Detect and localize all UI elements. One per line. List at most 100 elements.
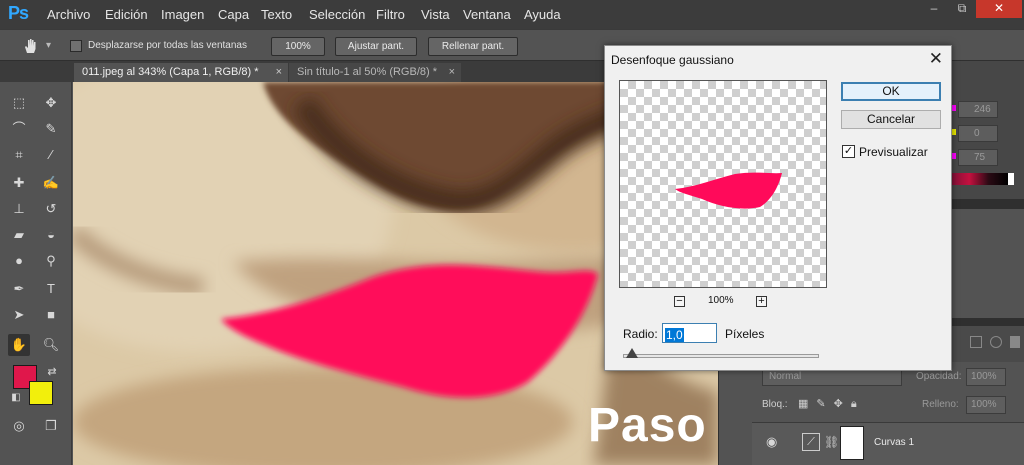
dodge-tool-icon[interactable]: ⚲	[40, 250, 62, 272]
ok-button[interactable]: OK	[841, 82, 941, 101]
color-panel: 246 0 75	[950, 61, 1024, 199]
menu-ventana[interactable]: Ventana	[463, 7, 511, 22]
close-button[interactable]: ✕	[976, 0, 1022, 18]
filter-toggle-icon[interactable]	[1010, 336, 1020, 348]
menu-filtro[interactable]: Filtro	[376, 7, 405, 22]
zoom-100-button[interactable]: 100%	[271, 37, 325, 56]
lock-icons[interactable]: ▦✎✥🔒︎	[798, 397, 865, 411]
color-value-2[interactable]: 0	[958, 125, 998, 142]
eraser-tool-icon[interactable]: ▰	[8, 224, 30, 246]
radius-unit: Píxeles	[725, 327, 765, 341]
tab-close-icon[interactable]: ×	[276, 63, 282, 82]
path-selection-tool-icon[interactable]: ➤	[8, 304, 30, 326]
tab-011-jpeg[interactable]: 011.jpeg al 343% (Capa 1, RGB/8) * ×	[74, 63, 288, 82]
scroll-all-windows-checkbox[interactable]	[70, 40, 82, 52]
gaussian-blur-dialog: Desenfoque gaussiano ✕ − 100% + OK Cance…	[604, 45, 952, 371]
menu-ayuda[interactable]: Ayuda	[524, 7, 561, 22]
paint-bucket-tool-icon[interactable]: ◒	[40, 224, 62, 246]
crop-tool-icon[interactable]: ⌗	[8, 144, 30, 166]
radius-value: 1,0	[665, 328, 684, 342]
quick-selection-tool-icon[interactable]: ✎	[40, 118, 62, 140]
adjustments-panel	[950, 209, 1024, 319]
swap-colors-icon[interactable]: ⇄	[41, 361, 63, 383]
radius-input[interactable]: 1,0	[662, 323, 717, 343]
lasso-tool-icon[interactable]: ⌒	[8, 118, 30, 140]
zoom-tool-icon[interactable]: 🔍︎	[40, 334, 62, 356]
photoshop-window: Ps Archivo Edición Imagen Capa Texto Sel…	[0, 0, 1024, 465]
menu-edicion[interactable]: Edición	[105, 7, 148, 22]
dialog-close-icon[interactable]: ✕	[929, 49, 943, 69]
filter-adjust-icon[interactable]	[990, 336, 1002, 348]
magenta-marker	[952, 105, 956, 111]
radius-slider-track[interactable]	[623, 354, 819, 358]
preview-lip-shape	[675, 172, 782, 209]
quick-mask-icon[interactable]: ◎	[8, 415, 30, 437]
menu-capa[interactable]: Capa	[218, 7, 249, 22]
hand-tool-icon[interactable]	[22, 37, 40, 55]
color-value-3[interactable]: 75	[958, 149, 998, 166]
filter-preview[interactable]	[619, 80, 827, 288]
opacity-field[interactable]: 100%	[966, 368, 1006, 386]
panel-separator	[950, 318, 1024, 326]
fill-label: Relleno:	[922, 399, 959, 410]
blur-tool-icon[interactable]: ●	[8, 250, 30, 272]
eyedropper-tool-icon[interactable]: ⁄	[40, 144, 62, 166]
type-tool-icon[interactable]: T	[40, 278, 62, 300]
color-value-1[interactable]: 246	[958, 101, 998, 118]
toolbox: ⬚ ✥ ⌒ ✎ ⌗ ⁄ ✚ ✍ ⊥ ↺ ▰ ◒ ● ⚲ ✒ T ➤ ■ ✋ 🔍︎…	[0, 82, 72, 465]
curves-adjustment-icon: ⟋	[802, 433, 820, 451]
color-ramp[interactable]	[950, 173, 1008, 185]
menu-bar: Ps Archivo Edición Imagen Capa Texto Sel…	[0, 0, 1024, 29]
link-icon: ⛓︎	[824, 435, 840, 449]
tab-sin-titulo[interactable]: Sin título-1 al 50% (RGB/8) * ×	[289, 63, 461, 82]
menu-texto[interactable]: Texto	[261, 7, 292, 22]
layer-row-curvas[interactable]: ◉ ⟋ ⛓︎ Curvas 1	[752, 422, 1024, 465]
yellow-marker	[952, 129, 956, 135]
panel-separator	[950, 199, 1024, 209]
preview-label: Previsualizar	[859, 145, 928, 159]
move-tool-icon[interactable]: ✥	[40, 92, 62, 114]
blend-mode-value: Normal	[769, 371, 802, 382]
menu-archivo[interactable]: Archivo	[47, 7, 90, 22]
menu-imagen[interactable]: Imagen	[161, 7, 204, 22]
magenta-marker	[952, 153, 956, 159]
scroll-all-windows-label: Desplazarse por todas las ventanas	[88, 40, 247, 51]
fit-screen-button[interactable]: Ajustar pant.	[335, 37, 417, 56]
radius-label: Radio:	[623, 327, 658, 341]
radius-slider-thumb[interactable]	[626, 348, 638, 358]
tab-close-icon[interactable]: ×	[449, 63, 455, 82]
lock-label: Bloq.:	[762, 399, 788, 410]
tab-label: 011.jpeg al 343% (Capa 1, RGB/8) *	[82, 66, 259, 78]
dialog-title: Desenfoque gaussiano	[611, 53, 734, 67]
brush-tool-icon[interactable]: ✍	[40, 172, 62, 194]
menu-seleccion[interactable]: Selección	[309, 7, 365, 22]
background-color-swatch[interactable]	[29, 381, 53, 405]
default-colors-icon[interactable]: ◧	[5, 387, 27, 409]
fill-field[interactable]: 100%	[966, 396, 1006, 414]
zoom-in-button[interactable]: +	[756, 296, 767, 307]
tab-label: Sin título-1 al 50% (RGB/8) *	[297, 66, 438, 78]
layer-name: Curvas 1	[874, 437, 915, 448]
rectangle-tool-icon[interactable]: ■	[40, 304, 62, 326]
pen-tool-icon[interactable]: ✒	[8, 278, 30, 300]
minimize-button[interactable]: –	[920, 0, 948, 18]
menu-vista[interactable]: Vista	[421, 7, 450, 22]
restore-button[interactable]: ⧉	[948, 0, 976, 18]
layer-mask-thumbnail[interactable]	[840, 426, 864, 460]
eye-visibility-icon[interactable]: ◉	[766, 434, 777, 450]
preview-checkbox[interactable]: ✓	[842, 145, 855, 158]
photoshop-logo: Ps	[8, 3, 29, 23]
marquee-tool-icon[interactable]: ⬚	[8, 92, 30, 114]
history-brush-tool-icon[interactable]: ↺	[40, 198, 62, 220]
filter-pixel-icon[interactable]	[970, 336, 982, 348]
cancel-button[interactable]: Cancelar	[841, 110, 941, 129]
healing-brush-tool-icon[interactable]: ✚	[8, 172, 30, 194]
hand-tool-icon[interactable]: ✋	[8, 334, 30, 356]
zoom-out-button[interactable]: −	[674, 296, 685, 307]
opacity-label: Opacidad:	[916, 371, 962, 382]
clone-stamp-tool-icon[interactable]: ⊥	[8, 198, 30, 220]
options-dropdown-arrow[interactable]: ▾	[46, 40, 51, 51]
preview-zoom-level: 100%	[708, 295, 734, 306]
screen-mode-icon[interactable]: ❐	[40, 415, 62, 437]
fill-screen-button[interactable]: Rellenar pant.	[428, 37, 518, 56]
